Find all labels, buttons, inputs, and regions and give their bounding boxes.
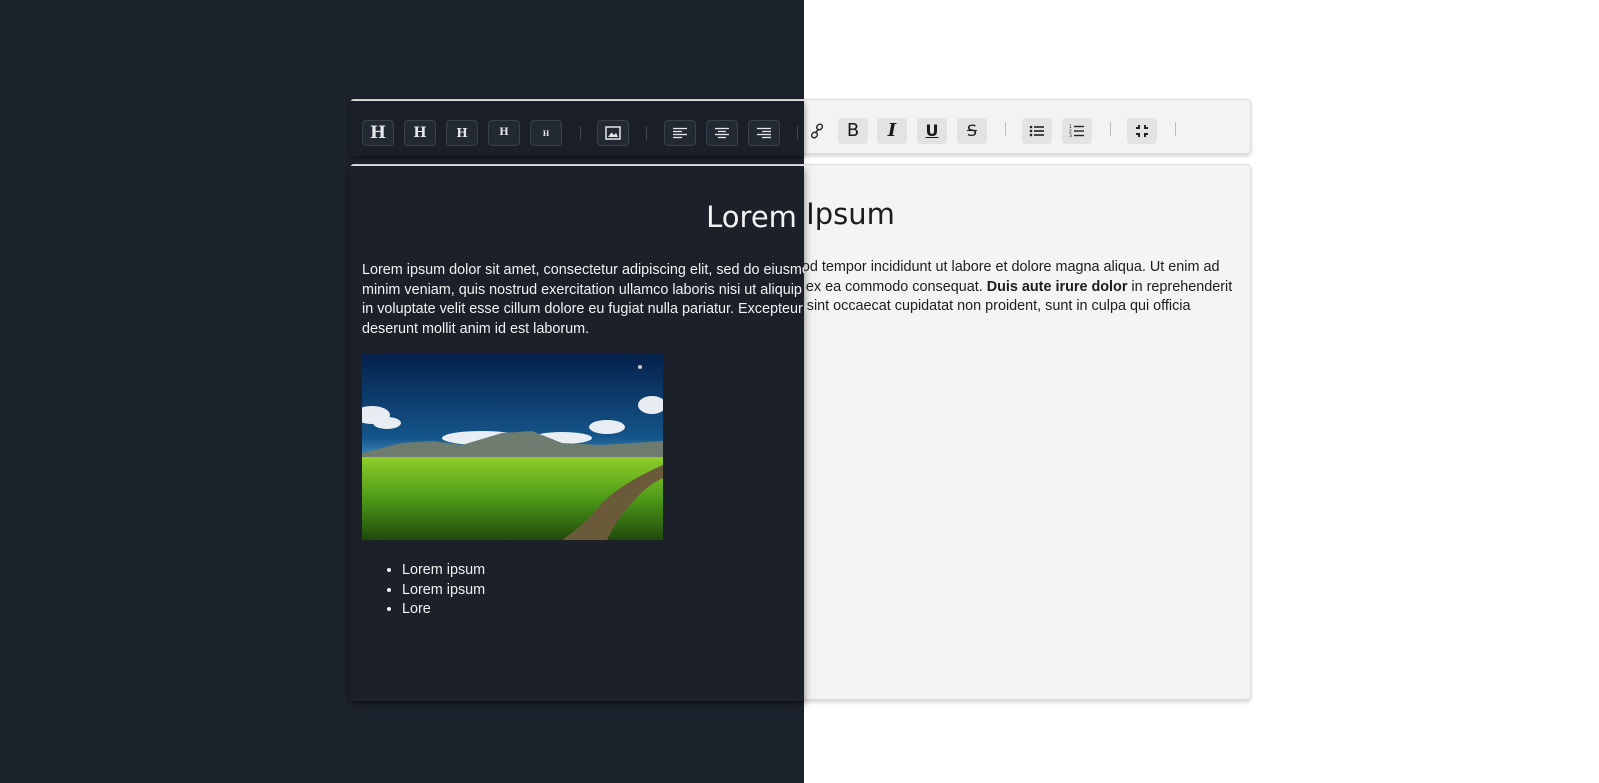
landscape-image[interactable] <box>362 353 663 540</box>
document-paragraph[interactable]: Lorem ipsum dolor sit amet, consectetur … <box>362 261 804 339</box>
list-item[interactable]: Lorem ipsum <box>402 561 485 581</box>
document-title[interactable]: Lorem Ipsum <box>354 200 804 234</box>
document-paragraph[interactable]: Lorem ipsum dolor sit amet, consectetur … <box>804 258 1247 336</box>
list-item[interactable]: Lorem ipsum <box>402 581 485 601</box>
light-document-viewport: Lorem Ipsum Lorem ipsum dolor sit amet, … <box>804 0 1599 783</box>
paragraph-text: Lorem ipsum dolor sit amet, consectetur … <box>362 262 804 298</box>
paragraph-bold-text: Duis aute irure dolor <box>986 278 1128 295</box>
bullet-list[interactable]: Lorem ipsum Lorem ipsum Lore <box>362 561 485 620</box>
light-document: Lorem Ipsum Lorem ipsum dolor sit amet, … <box>804 0 1599 780</box>
list-item[interactable]: Lore <box>402 600 485 620</box>
dark-document-viewport: Lorem Ipsum Lorem ipsum dolor sit amet, … <box>0 0 804 783</box>
document-title[interactable]: Lorem Ipsum <box>804 197 1247 231</box>
dark-document: Lorem Ipsum Lorem ipsum dolor sit amet, … <box>0 0 804 783</box>
